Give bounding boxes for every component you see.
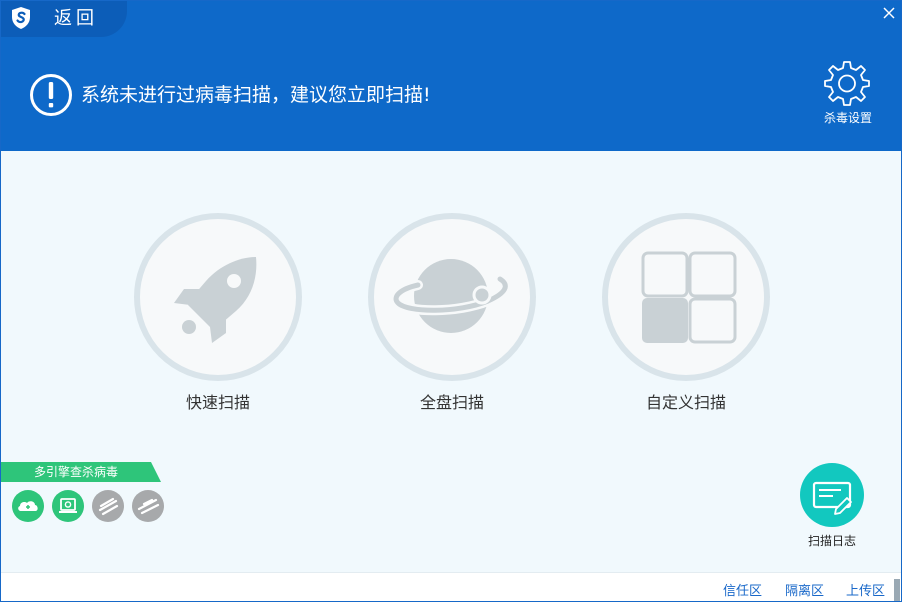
scan-log-button[interactable]: 扫描日志 [796,461,868,551]
full-scan-option[interactable]: 全盘扫描 [368,213,536,423]
scan-log-circle [800,463,864,527]
footer-bar: 信任区 隔离区 上传区 [1,572,901,601]
custom-scan-label: 自定义扫描 [645,393,726,412]
engines-title: 多引擎查杀病毒 [33,465,118,479]
engine-3-icon[interactable] [92,490,124,522]
scan-log-label: 扫描日志 [807,534,856,548]
planet-icon [391,259,511,333]
custom-scan-option[interactable]: 自定义扫描 [602,213,770,423]
engine-4-icon[interactable] [132,490,164,522]
antivirus-settings-button[interactable]: 杀毒设置 [813,57,883,131]
back-tab[interactable]: 返回 [1,1,127,37]
quarantine-link[interactable]: 隔离区 [785,580,824,599]
shield-logo-icon [12,7,30,29]
multi-engine-panel: 多引擎查杀病毒 [1,462,171,532]
antivirus-window: 返回 系统未进行过病毒扫描，建议您立即扫描! 杀毒设置 快速扫描 全盘扫描 自定… [0,0,902,602]
scan-warning-text: 系统未进行过病毒扫描，建议您立即扫描! [81,84,431,106]
cloud-engine-icon[interactable] [12,490,44,522]
upload-zone-link[interactable]: 上传区 [846,580,885,599]
gear-icon [824,61,870,106]
scan-log-icon [812,481,852,515]
quick-scan-option[interactable]: 快速扫描 [134,213,302,423]
quick-scan-label: 快速扫描 [185,393,250,412]
local-engine-icon[interactable] [52,490,84,522]
trust-zone-link[interactable]: 信任区 [723,580,762,599]
back-label: 返回 [54,8,98,29]
rocket-icon [174,257,257,343]
exclamation-icon [30,74,72,116]
grid-icon [641,251,737,344]
full-scan-label: 全盘扫描 [419,393,484,412]
header-banner: 返回 系统未进行过病毒扫描，建议您立即扫描! 杀毒设置 [1,1,901,151]
resize-grip[interactable] [894,579,900,601]
settings-label: 杀毒设置 [823,111,872,125]
close-icon[interactable] [879,3,899,23]
